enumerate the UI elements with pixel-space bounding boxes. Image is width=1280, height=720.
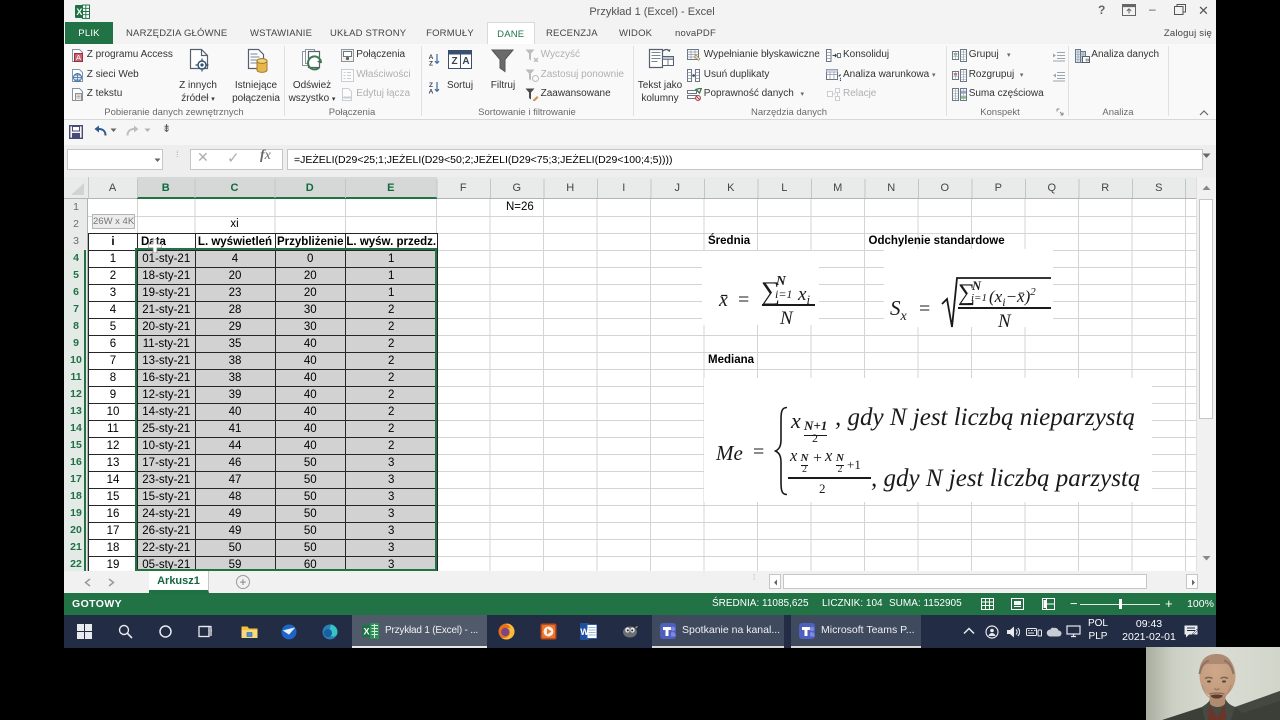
svg-text:W: W [580, 627, 589, 637]
svg-text:A: A [462, 56, 469, 67]
svg-text:Z: Z [451, 56, 457, 67]
svg-text:X: X [363, 627, 369, 637]
svg-text:?: ? [838, 73, 841, 82]
svg-text:Z: Z [429, 61, 433, 67]
svg-text:A: A [76, 53, 81, 62]
